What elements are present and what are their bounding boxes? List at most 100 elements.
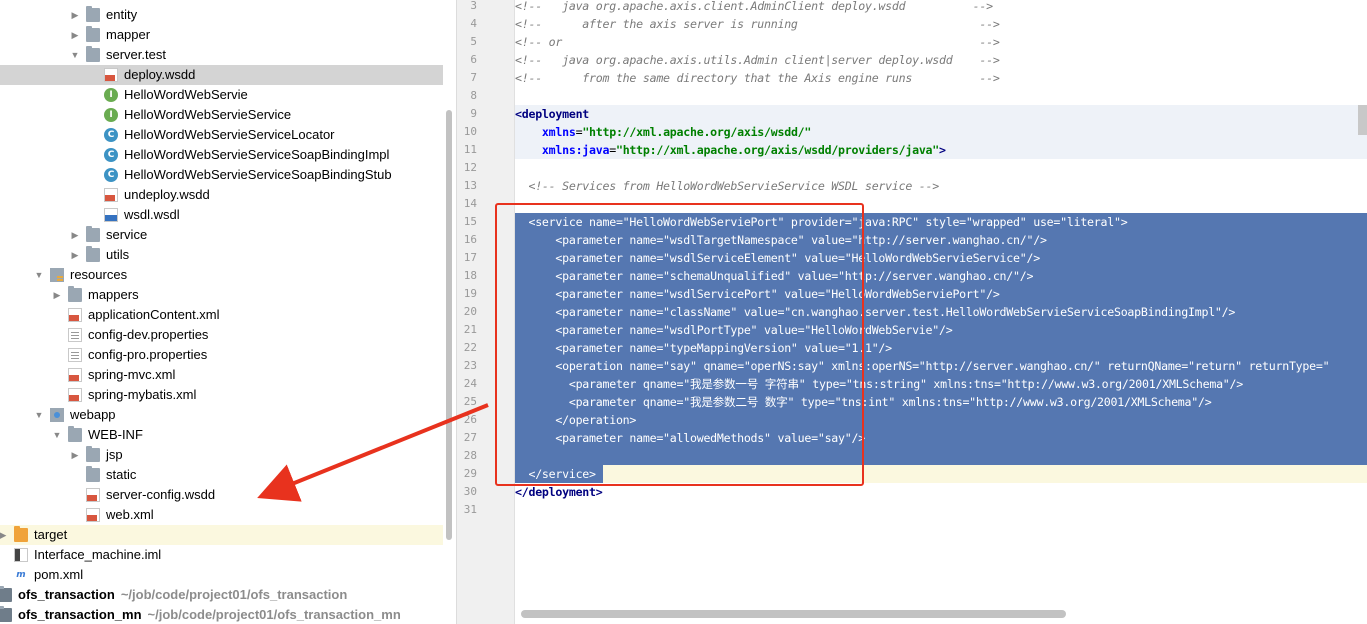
- chevron-down-icon[interactable]: ▼: [34, 265, 44, 285]
- code-line[interactable]: <!-- or -->: [515, 33, 1367, 51]
- chevron-right-icon[interactable]: ▶: [70, 25, 80, 45]
- line-number: 3: [470, 0, 477, 12]
- code-line[interactable]: <deployment: [515, 105, 1367, 123]
- code-line[interactable]: xmlns:java="http://xml.apache.org/axis/w…: [515, 141, 1367, 159]
- tree-item[interactable]: web.xml: [0, 505, 443, 525]
- folder-icon: [86, 46, 100, 62]
- code-token: <!-- Services from HelloWordWebServieSer…: [515, 179, 939, 193]
- tree-item[interactable]: I HelloWordWebServie: [0, 85, 443, 105]
- tree-item[interactable]: ▼ server.test: [0, 45, 443, 65]
- chevron-right-icon[interactable]: ▶: [70, 225, 80, 245]
- tree-item[interactable]: m pom.xml: [0, 565, 443, 585]
- line-number: 29: [463, 467, 477, 480]
- xml-file-icon: [86, 488, 100, 502]
- code-line[interactable]: [515, 87, 1367, 105]
- tree-item[interactable]: config-dev.properties: [0, 325, 443, 345]
- tree-item[interactable]: C HelloWordWebServieServiceSoapBindingImp…: [0, 145, 443, 165]
- line-number: 27: [463, 431, 477, 444]
- tree-item[interactable]: ▶ utils: [0, 245, 443, 265]
- code-line[interactable]: <!-- Services from HelloWordWebServieSer…: [515, 177, 1367, 195]
- code-line[interactable]: <!-- java org.apache.axis.utils.Admin cl…: [515, 51, 1367, 69]
- chevron-down-icon[interactable]: ▼: [34, 405, 44, 425]
- code-line[interactable]: <!-- java org.apache.axis.client.AdminCl…: [515, 0, 1367, 15]
- folder-icon: [68, 426, 82, 442]
- code-line[interactable]: [515, 501, 1367, 519]
- tree-item[interactable]: spring-mvc.xml: [0, 365, 443, 385]
- folder-icon: [68, 286, 82, 302]
- xml-file-icon: [68, 368, 82, 382]
- tree-item[interactable]: ▶ entity: [0, 5, 443, 25]
- module-path: ~/job/code/project01/ofs_transaction_mn: [147, 607, 401, 622]
- tree-item[interactable]: Interface_machine.iml: [0, 545, 443, 565]
- editor-vertical-scrollbar[interactable]: [1358, 105, 1367, 135]
- tree-item[interactable]: ▶ mappers: [0, 285, 443, 305]
- chevron-right-icon[interactable]: ▶: [70, 5, 80, 25]
- chevron-down-icon[interactable]: ▼: [70, 45, 80, 65]
- tree-item[interactable]: ▶ mapper: [0, 25, 443, 45]
- tree-item-label: Interface_machine.iml: [34, 547, 162, 562]
- code-line[interactable]: <!-- after the axis server is running --…: [515, 15, 1367, 33]
- line-number: 31: [463, 503, 477, 516]
- line-number: 4: [470, 17, 477, 30]
- folder-icon: [86, 226, 100, 242]
- tree-item[interactable]: ▶ofs_transaction_mn~/job/code/project01/…: [0, 605, 443, 624]
- chevron-right-icon[interactable]: ▶: [0, 525, 8, 545]
- tree-item[interactable]: I HelloWordWebServieService: [0, 105, 443, 125]
- line-number: 7: [470, 71, 477, 84]
- tree-item[interactable]: ▼ resources: [0, 265, 443, 285]
- tree-item[interactable]: applicationContent.xml: [0, 305, 443, 325]
- tree-item[interactable]: server-config.wsdd: [0, 485, 443, 505]
- tree-item[interactable]: ▶ofs_transaction~/job/code/project01/ofs…: [0, 585, 443, 605]
- tree-item-label: mapper: [106, 27, 151, 42]
- line-number: 24: [463, 377, 477, 390]
- tree-item-label: target: [34, 527, 68, 542]
- line-number: 16: [463, 233, 477, 246]
- tree-item-label: server-config.wsdd: [106, 487, 216, 502]
- maven-pom-icon: m: [16, 570, 26, 580]
- tree-item[interactable]: static: [0, 465, 443, 485]
- tree-item-label: jsp: [106, 447, 123, 462]
- tree-item[interactable]: C HelloWordWebServieServiceLocator: [0, 125, 443, 145]
- annotation-highlight-box: [495, 203, 864, 486]
- folder-icon: [86, 446, 100, 462]
- tree-item-label: HelloWordWebServie: [124, 87, 248, 102]
- wsdl-file-icon: [104, 208, 118, 222]
- chevron-right-icon[interactable]: ▶: [52, 285, 62, 305]
- folder-icon: [86, 6, 100, 22]
- tree-item-label: wsdl.wsdl: [124, 207, 180, 222]
- tree-item[interactable]: undeploy.wsdd: [0, 185, 443, 205]
- chevron-right-icon[interactable]: ▶: [70, 245, 80, 265]
- tree-item[interactable]: ▶ target: [0, 525, 443, 545]
- code-token: <!-- java org.apache.axis.utils.Admin cl…: [515, 53, 1000, 67]
- tree-item[interactable]: ▶ jsp: [0, 445, 443, 465]
- code-line[interactable]: [515, 159, 1367, 177]
- tree-item[interactable]: wsdl.wsdl: [0, 205, 443, 225]
- line-number: 28: [463, 449, 477, 462]
- code-token: <!-- java org.apache.axis.client.AdminCl…: [515, 0, 993, 13]
- tree-item-label: deploy.wsdd: [124, 67, 196, 82]
- tree-item-label: config-dev.properties: [88, 327, 209, 342]
- tree-item-label: HelloWordWebServieService: [124, 107, 292, 122]
- tree-item[interactable]: deploy.wsdd: [0, 65, 443, 85]
- iml-file-icon: [14, 548, 28, 562]
- tree-item[interactable]: spring-mybatis.xml: [0, 385, 443, 405]
- code-line[interactable]: xmlns="http://xml.apache.org/axis/wsdd/": [515, 123, 1367, 141]
- code-line[interactable]: <!-- from the same directory that the Ax…: [515, 69, 1367, 87]
- tree-item[interactable]: ▼ WEB-INF: [0, 425, 443, 445]
- code-token: "http://xml.apache.org/axis/wsdd/provide…: [615, 143, 940, 157]
- chevron-down-icon[interactable]: ▼: [52, 425, 62, 445]
- tree-item-label: service: [106, 227, 148, 242]
- xml-file-icon: [86, 508, 100, 522]
- xml-file-icon: [104, 68, 118, 82]
- line-number: 12: [463, 161, 477, 174]
- tree-item[interactable]: ▼ webapp: [0, 405, 443, 425]
- tree-item[interactable]: config-pro.properties: [0, 345, 443, 365]
- tree-item[interactable]: ▶ service: [0, 225, 443, 245]
- tree-item[interactable]: C HelloWordWebServieServiceSoapBindingStu…: [0, 165, 443, 185]
- line-number: 9: [470, 107, 477, 120]
- line-number: 22: [463, 341, 477, 354]
- code-token: xmlns: [541, 125, 576, 139]
- chevron-right-icon[interactable]: ▶: [70, 445, 80, 465]
- editor-horizontal-scrollbar[interactable]: [521, 610, 1066, 618]
